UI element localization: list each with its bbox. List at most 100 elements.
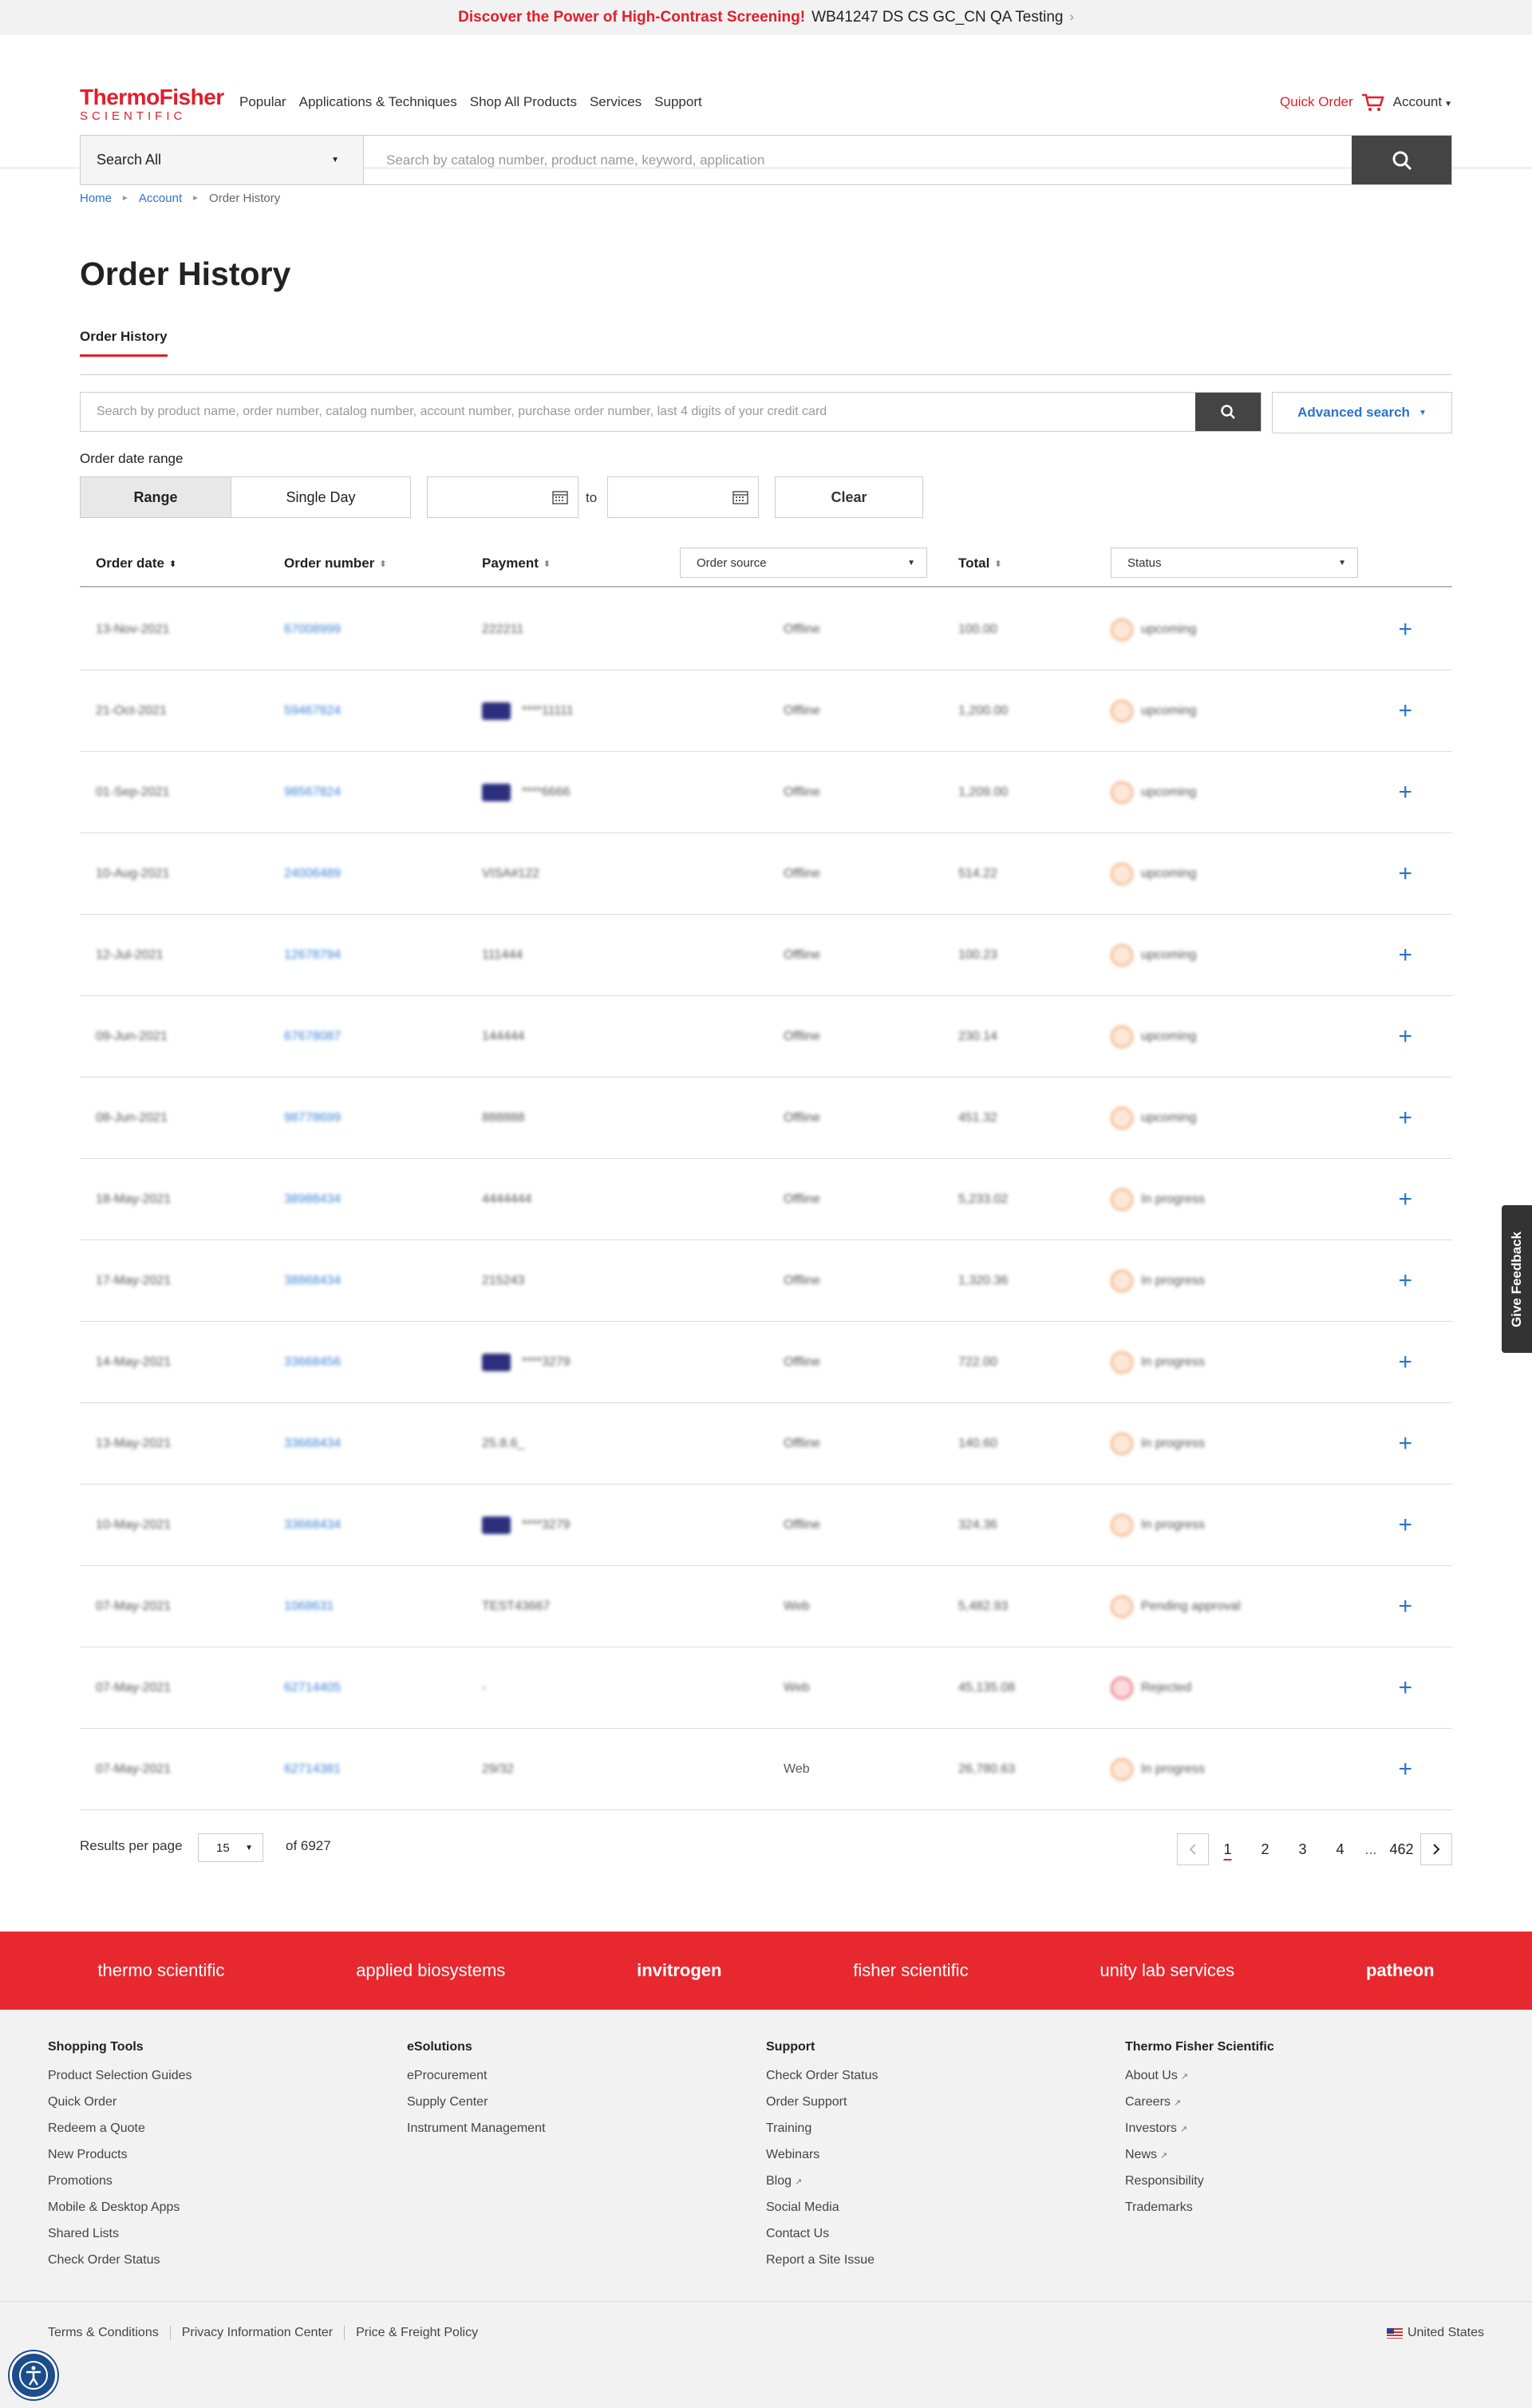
sort-total[interactable]: Total ⬍: [958, 540, 1002, 587]
footer-link[interactable]: Check Order Status: [48, 2253, 192, 2279]
page-last[interactable]: 462: [1383, 1841, 1420, 1858]
footer-link[interactable]: Mobile & Desktop Apps: [48, 2200, 192, 2227]
footer-link-about[interactable]: About Us ↗: [1125, 2069, 1274, 2095]
legal-link-price-freight[interactable]: Price & Freight Policy: [345, 2326, 489, 2340]
global-search-input[interactable]: Search by catalog number, product name, …: [364, 136, 1352, 184]
results-per-page-select[interactable]: 15 ▼: [198, 1833, 263, 1862]
cell-order-number-link[interactable]: 33668434: [284, 1403, 341, 1485]
footer-link[interactable]: Check Order Status: [766, 2069, 879, 2095]
breadcrumb-home[interactable]: Home: [80, 192, 112, 205]
cell-order-number-link[interactable]: 38988434: [284, 1159, 341, 1240]
footer-link[interactable]: New Products: [48, 2148, 192, 2174]
account-menu[interactable]: Account ▼: [1393, 94, 1452, 110]
cell-order-number-link[interactable]: 98567824: [284, 752, 341, 833]
footer-link[interactable]: eProcurement: [407, 2069, 545, 2095]
end-date-input[interactable]: [607, 476, 759, 518]
tab-order-history[interactable]: Order History: [80, 329, 168, 357]
nav-item-shop-all[interactable]: Shop All Products: [470, 94, 577, 110]
calendar-icon[interactable]: [732, 490, 748, 504]
status-filter[interactable]: Status ▼: [1111, 548, 1358, 578]
country-selector[interactable]: United States: [1386, 2326, 1484, 2340]
expand-row-plus-icon[interactable]: +: [1398, 1322, 1412, 1403]
footer-link[interactable]: Instrument Management: [407, 2121, 545, 2148]
sort-order-number[interactable]: Order number ⬍: [284, 540, 387, 587]
footer-link-investors[interactable]: Investors ↗: [1125, 2121, 1274, 2148]
cell-order-number-link[interactable]: 24006489: [284, 833, 341, 915]
footer-link[interactable]: Responsibility: [1125, 2174, 1274, 2200]
brand-applied-biosystems[interactable]: applied biosystems: [356, 1960, 505, 1981]
expand-row-plus-icon[interactable]: +: [1398, 670, 1412, 752]
search-category-select[interactable]: Search All ▼: [81, 136, 364, 184]
footer-link-careers[interactable]: Careers ↗: [1125, 2095, 1274, 2121]
prev-page-button[interactable]: [1177, 1833, 1209, 1865]
cell-order-number-link[interactable]: 1068631: [284, 1566, 334, 1647]
give-feedback-tab[interactable]: Give Feedback: [1502, 1205, 1532, 1353]
cell-order-number-link[interactable]: 38868434: [284, 1240, 341, 1322]
cell-order-number-link[interactable]: 62714405: [284, 1647, 341, 1729]
expand-row-plus-icon[interactable]: +: [1398, 1647, 1412, 1729]
expand-row-plus-icon[interactable]: +: [1398, 589, 1412, 670]
expand-row-plus-icon[interactable]: +: [1398, 752, 1412, 833]
single-day-toggle-button[interactable]: Single Day: [231, 476, 411, 518]
cart-icon[interactable]: [1361, 93, 1385, 112]
legal-link-privacy[interactable]: Privacy Information Center: [171, 2326, 345, 2340]
page-2[interactable]: 2: [1246, 1841, 1284, 1858]
expand-row-plus-icon[interactable]: +: [1398, 1729, 1412, 1810]
expand-row-plus-icon[interactable]: +: [1398, 1159, 1412, 1240]
expand-row-plus-icon[interactable]: +: [1398, 833, 1412, 915]
range-toggle-button[interactable]: Range: [80, 476, 231, 518]
legal-link-terms[interactable]: Terms & Conditions: [48, 2326, 171, 2340]
logo[interactable]: ThermoFisher SCIENTIFIC: [80, 86, 224, 123]
footer-link[interactable]: Social Media: [766, 2200, 879, 2227]
cell-order-number-link[interactable]: 59467824: [284, 670, 341, 752]
footer-link[interactable]: Product Selection Guides: [48, 2069, 192, 2095]
sort-order-date[interactable]: Order date ⬍: [96, 540, 176, 587]
nav-item-popular[interactable]: Popular: [239, 94, 286, 110]
promo-text[interactable]: WB41247 DS CS GC_CN QA Testing: [811, 9, 1063, 26]
nav-item-support[interactable]: Support: [654, 94, 702, 110]
footer-link[interactable]: Promotions: [48, 2174, 192, 2200]
quick-order-link[interactable]: Quick Order: [1280, 94, 1353, 110]
page-3[interactable]: 3: [1284, 1841, 1321, 1858]
footer-link[interactable]: Supply Center: [407, 2095, 545, 2121]
brand-unity-lab-services[interactable]: unity lab services: [1100, 1960, 1234, 1981]
start-date-input[interactable]: [427, 476, 578, 518]
order-search-button[interactable]: [1195, 393, 1261, 431]
promo-banner[interactable]: Discover the Power of High-Contrast Scre…: [0, 0, 1532, 35]
cell-order-number-link[interactable]: 67008999: [284, 589, 341, 670]
brand-thermo-scientific[interactable]: thermo scientific: [97, 1960, 224, 1981]
footer-link[interactable]: Webinars: [766, 2148, 879, 2174]
brand-invitrogen[interactable]: invitrogen: [637, 1960, 721, 1981]
expand-row-plus-icon[interactable]: +: [1398, 1485, 1412, 1566]
page-4[interactable]: 4: [1321, 1841, 1359, 1858]
promo-highlight[interactable]: Discover the Power of High-Contrast Scre…: [458, 9, 805, 26]
clear-dates-button[interactable]: Clear: [775, 476, 923, 518]
cell-order-number-link[interactable]: 67678087: [284, 996, 341, 1077]
expand-row-plus-icon[interactable]: +: [1398, 1403, 1412, 1485]
breadcrumb-account[interactable]: Account: [139, 192, 182, 205]
footer-link-blog[interactable]: Blog ↗: [766, 2174, 879, 2200]
expand-row-plus-icon[interactable]: +: [1398, 915, 1412, 996]
next-page-button[interactable]: [1420, 1833, 1452, 1865]
footer-link[interactable]: Shared Lists: [48, 2227, 192, 2253]
cell-order-number-link[interactable]: 33668434: [284, 1485, 341, 1566]
cell-order-number-link[interactable]: 62714381: [284, 1729, 341, 1810]
expand-row-plus-icon[interactable]: +: [1398, 1077, 1412, 1159]
footer-link[interactable]: Order Support: [766, 2095, 879, 2121]
cell-order-number-link[interactable]: 98778699: [284, 1077, 341, 1159]
nav-item-applications[interactable]: Applications & Techniques: [299, 94, 457, 110]
order-source-filter[interactable]: Order source ▼: [680, 548, 927, 578]
page-1[interactable]: 1: [1209, 1841, 1246, 1858]
footer-link[interactable]: Training: [766, 2121, 879, 2148]
expand-row-plus-icon[interactable]: +: [1398, 1240, 1412, 1322]
nav-item-services[interactable]: Services: [590, 94, 642, 110]
global-search-button[interactable]: [1352, 136, 1451, 184]
brand-patheon[interactable]: patheon: [1366, 1960, 1435, 1981]
expand-row-plus-icon[interactable]: +: [1398, 996, 1412, 1077]
footer-link-news[interactable]: News ↗: [1125, 2148, 1274, 2174]
cell-order-number-link[interactable]: 12678794: [284, 915, 341, 996]
footer-link[interactable]: Trademarks: [1125, 2200, 1274, 2227]
calendar-icon[interactable]: [552, 490, 568, 504]
cell-order-number-link[interactable]: 33668456: [284, 1322, 341, 1403]
brand-fisher-scientific[interactable]: fisher scientific: [853, 1960, 968, 1981]
